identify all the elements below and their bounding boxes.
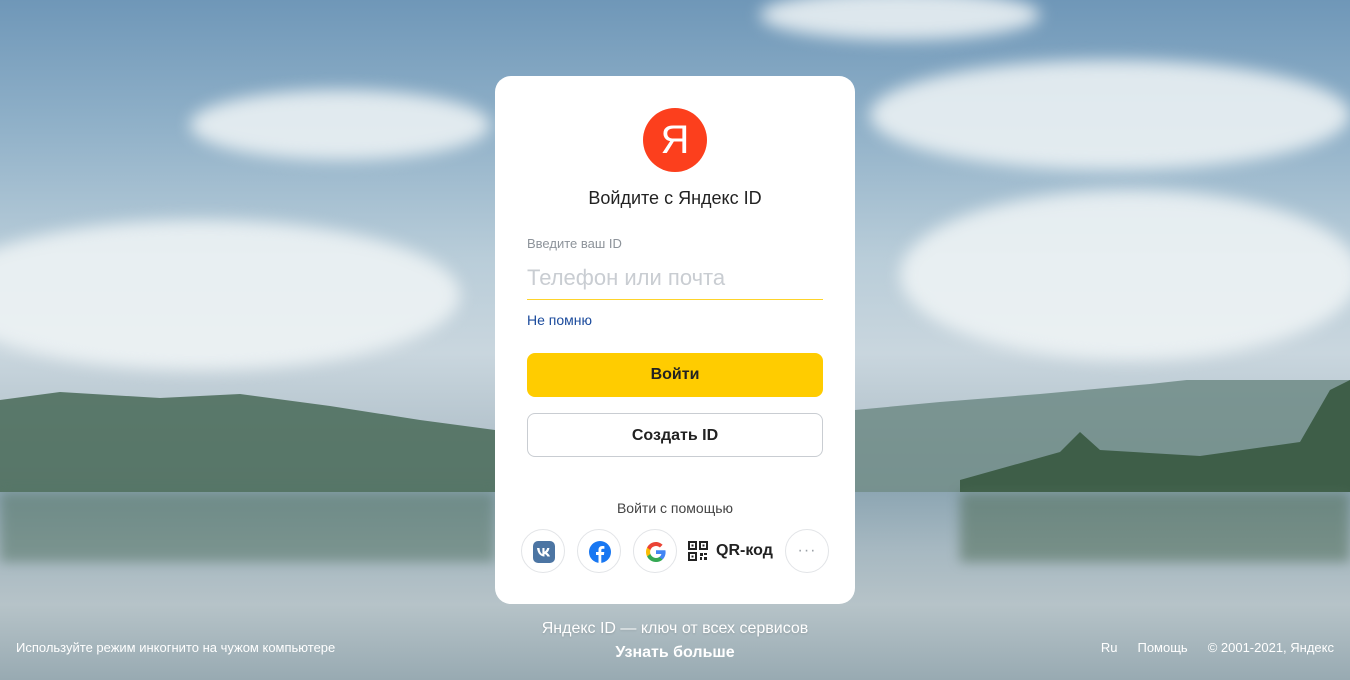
language-switch[interactable]: Ru [1101,640,1118,655]
incognito-hint: Используйте режим инкогнито на чужом ком… [16,640,336,655]
card-title: Войдите с Яндекс ID [588,188,762,208]
facebook-icon [589,541,611,563]
copyright: © 2001-2021, Яндекс [1207,640,1334,655]
login-field-label: Введите ваш ID [527,236,622,251]
more-dots-icon: ··· [797,542,817,559]
facebook-login-button[interactable] [577,529,621,573]
login-card: Я Войдите с Яндекс ID Введите ваш ID Не … [495,76,855,604]
login-input[interactable] [527,256,823,300]
vk-login-button[interactable] [521,529,565,573]
create-id-button[interactable]: Создать ID [527,413,823,457]
more-login-options-button[interactable]: ··· [785,529,829,573]
google-icon [646,542,666,562]
yandex-logo-icon: Я [643,108,707,172]
forgot-id-link[interactable]: Не помню [527,312,592,328]
qr-label: QR-код [716,542,773,559]
alt-login-title: Войти с помощью [616,500,734,516]
help-link[interactable]: Помощь [1137,640,1187,655]
qr-code-icon [688,541,708,561]
login-button[interactable]: Войти [527,353,823,397]
google-login-button[interactable] [633,529,677,573]
footer-links: Ru Помощь © 2001-2021, Яндекс [1101,640,1334,655]
yandex-id-tagline: Яндекс ID — ключ от всех сервисов [541,620,809,637]
vk-icon [533,541,555,563]
qr-login-button[interactable]: QR-код [688,529,773,573]
